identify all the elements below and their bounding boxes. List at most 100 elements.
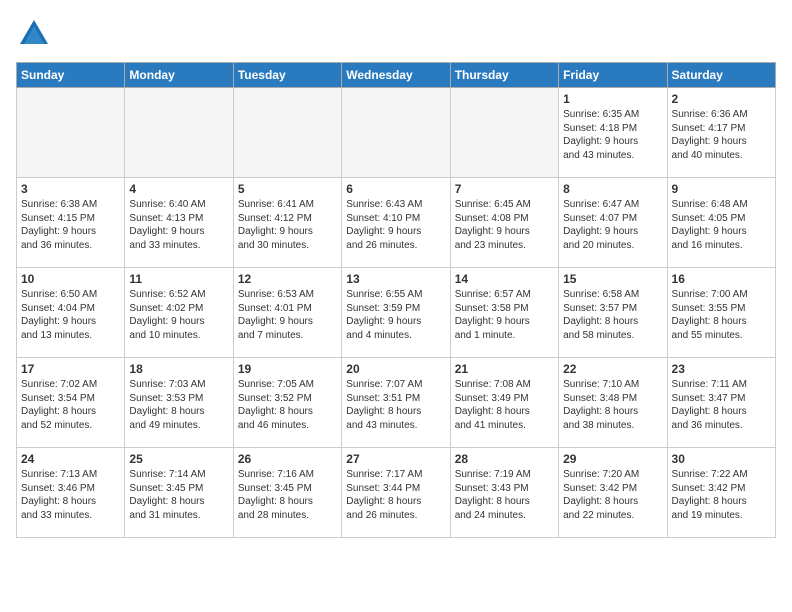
calendar-cell: 30 Sunrise: 7:22 AM Sunset: 3:42 PM Dayli… bbox=[667, 448, 775, 538]
calendar-cell: 4 Sunrise: 6:40 AM Sunset: 4:13 PM Daylig… bbox=[125, 178, 233, 268]
day-info: Sunrise: 7:13 AM Sunset: 3:46 PM Dayligh… bbox=[21, 468, 120, 522]
day-number: 11 bbox=[129, 272, 228, 286]
calendar-cell: 13 Sunrise: 6:55 AM Sunset: 3:59 PM Dayli… bbox=[342, 268, 450, 358]
calendar-cell: 10Sunrise: 6:50 AM Sunset: 4:04 PM Dayli… bbox=[17, 268, 125, 358]
day-info: Sunrise: 6:58 AM Sunset: 3:57 PM Dayligh… bbox=[563, 288, 662, 342]
day-number: 17 bbox=[21, 362, 120, 376]
calendar-cell: 28Sunrise: 7:19 AM Sunset: 3:43 PM Dayli… bbox=[450, 448, 558, 538]
day-info: Sunrise: 7:19 AM Sunset: 3:43 PM Dayligh… bbox=[455, 468, 554, 522]
calendar-cell: 8Sunrise: 6:47 AM Sunset: 4:07 PM Daylig… bbox=[559, 178, 667, 268]
day-number: 13 bbox=[346, 272, 445, 286]
day-info: Sunrise: 6:40 AM Sunset: 4:13 PM Dayligh… bbox=[129, 198, 228, 252]
calendar-cell: 16 Sunrise: 7:00 AM Sunset: 3:55 PM Dayli… bbox=[667, 268, 775, 358]
calendar-week-row: 24Sunrise: 7:13 AM Sunset: 3:46 PM Dayli… bbox=[17, 448, 776, 538]
logo-icon bbox=[16, 16, 52, 52]
calendar-cell: 22 Sunrise: 7:10 AM Sunset: 3:48 PM Dayli… bbox=[559, 358, 667, 448]
calendar-cell: 23Sunrise: 7:11 AM Sunset: 3:47 PM Dayli… bbox=[667, 358, 775, 448]
calendar-cell bbox=[125, 88, 233, 178]
day-number: 9 bbox=[672, 182, 771, 196]
day-number: 5 bbox=[238, 182, 337, 196]
day-number: 15 bbox=[563, 272, 662, 286]
day-number: 3 bbox=[21, 182, 120, 196]
day-info: Sunrise: 7:16 AM Sunset: 3:45 PM Dayligh… bbox=[238, 468, 337, 522]
calendar-cell: 7 Sunrise: 6:45 AM Sunset: 4:08 PM Daylig… bbox=[450, 178, 558, 268]
calendar-cell: 3 Sunrise: 6:38 AM Sunset: 4:15 PM Daylig… bbox=[17, 178, 125, 268]
day-info: Sunrise: 7:05 AM Sunset: 3:52 PM Dayligh… bbox=[238, 378, 337, 432]
day-number: 1 bbox=[563, 92, 662, 106]
day-number: 27 bbox=[346, 452, 445, 466]
calendar-cell: 6 Sunrise: 6:43 AM Sunset: 4:10 PM Daylig… bbox=[342, 178, 450, 268]
calendar-cell bbox=[17, 88, 125, 178]
weekday-header-sunday: Sunday bbox=[17, 63, 125, 88]
calendar-cell: 24Sunrise: 7:13 AM Sunset: 3:46 PM Dayli… bbox=[17, 448, 125, 538]
calendar-header-row: SundayMondayTuesdayWednesdayThursdayFrid… bbox=[17, 63, 776, 88]
day-number: 16 bbox=[672, 272, 771, 286]
day-number: 30 bbox=[672, 452, 771, 466]
day-info: Sunrise: 7:11 AM Sunset: 3:47 PM Dayligh… bbox=[672, 378, 771, 432]
day-number: 6 bbox=[346, 182, 445, 196]
calendar-cell: 2Sunrise: 6:36 AM Sunset: 4:17 PM Daylig… bbox=[667, 88, 775, 178]
day-number: 8 bbox=[563, 182, 662, 196]
day-number: 10 bbox=[21, 272, 120, 286]
day-number: 21 bbox=[455, 362, 554, 376]
day-number: 7 bbox=[455, 182, 554, 196]
day-info: Sunrise: 7:20 AM Sunset: 3:42 PM Dayligh… bbox=[563, 468, 662, 522]
day-number: 25 bbox=[129, 452, 228, 466]
day-info: Sunrise: 6:41 AM Sunset: 4:12 PM Dayligh… bbox=[238, 198, 337, 252]
weekday-header-wednesday: Wednesday bbox=[342, 63, 450, 88]
calendar-cell bbox=[342, 88, 450, 178]
day-info: Sunrise: 7:22 AM Sunset: 3:42 PM Dayligh… bbox=[672, 468, 771, 522]
day-info: Sunrise: 6:53 AM Sunset: 4:01 PM Dayligh… bbox=[238, 288, 337, 342]
calendar-cell: 17 Sunrise: 7:02 AM Sunset: 3:54 PM Dayli… bbox=[17, 358, 125, 448]
calendar-cell: 26 Sunrise: 7:16 AM Sunset: 3:45 PM Dayli… bbox=[233, 448, 341, 538]
day-number: 29 bbox=[563, 452, 662, 466]
calendar-cell: 14 Sunrise: 6:57 AM Sunset: 3:58 PM Dayli… bbox=[450, 268, 558, 358]
calendar-cell: 15 Sunrise: 6:58 AM Sunset: 3:57 PM Dayli… bbox=[559, 268, 667, 358]
calendar-cell: 5 Sunrise: 6:41 AM Sunset: 4:12 PM Daylig… bbox=[233, 178, 341, 268]
calendar-week-row: 3 Sunrise: 6:38 AM Sunset: 4:15 PM Daylig… bbox=[17, 178, 776, 268]
calendar-cell: 25 Sunrise: 7:14 AM Sunset: 3:45 PM Dayli… bbox=[125, 448, 233, 538]
day-info: Sunrise: 6:55 AM Sunset: 3:59 PM Dayligh… bbox=[346, 288, 445, 342]
calendar-table: SundayMondayTuesdayWednesdayThursdayFrid… bbox=[16, 62, 776, 538]
day-info: Sunrise: 7:10 AM Sunset: 3:48 PM Dayligh… bbox=[563, 378, 662, 432]
day-info: Sunrise: 7:03 AM Sunset: 3:53 PM Dayligh… bbox=[129, 378, 228, 432]
calendar-cell: 21 Sunrise: 7:08 AM Sunset: 3:49 PM Dayli… bbox=[450, 358, 558, 448]
day-number: 20 bbox=[346, 362, 445, 376]
day-info: Sunrise: 6:48 AM Sunset: 4:05 PM Dayligh… bbox=[672, 198, 771, 252]
day-number: 26 bbox=[238, 452, 337, 466]
weekday-header-saturday: Saturday bbox=[667, 63, 775, 88]
day-info: Sunrise: 7:08 AM Sunset: 3:49 PM Dayligh… bbox=[455, 378, 554, 432]
day-info: Sunrise: 6:36 AM Sunset: 4:17 PM Dayligh… bbox=[672, 108, 771, 162]
day-number: 14 bbox=[455, 272, 554, 286]
calendar-cell: 1 Sunrise: 6:35 AM Sunset: 4:18 PM Daylig… bbox=[559, 88, 667, 178]
day-info: Sunrise: 7:02 AM Sunset: 3:54 PM Dayligh… bbox=[21, 378, 120, 432]
calendar-cell: 12 Sunrise: 6:53 AM Sunset: 4:01 PM Dayli… bbox=[233, 268, 341, 358]
day-info: Sunrise: 7:14 AM Sunset: 3:45 PM Dayligh… bbox=[129, 468, 228, 522]
weekday-header-tuesday: Tuesday bbox=[233, 63, 341, 88]
day-info: Sunrise: 6:35 AM Sunset: 4:18 PM Dayligh… bbox=[563, 108, 662, 162]
day-info: Sunrise: 7:00 AM Sunset: 3:55 PM Dayligh… bbox=[672, 288, 771, 342]
weekday-header-monday: Monday bbox=[125, 63, 233, 88]
day-info: Sunrise: 6:57 AM Sunset: 3:58 PM Dayligh… bbox=[455, 288, 554, 342]
logo bbox=[16, 16, 58, 52]
calendar-cell: 29 Sunrise: 7:20 AM Sunset: 3:42 PM Dayli… bbox=[559, 448, 667, 538]
day-info: Sunrise: 6:45 AM Sunset: 4:08 PM Dayligh… bbox=[455, 198, 554, 252]
day-info: Sunrise: 7:07 AM Sunset: 3:51 PM Dayligh… bbox=[346, 378, 445, 432]
calendar-cell: 20 Sunrise: 7:07 AM Sunset: 3:51 PM Dayli… bbox=[342, 358, 450, 448]
calendar-cell: 27Sunrise: 7:17 AM Sunset: 3:44 PM Dayli… bbox=[342, 448, 450, 538]
day-number: 19 bbox=[238, 362, 337, 376]
day-number: 4 bbox=[129, 182, 228, 196]
weekday-header-friday: Friday bbox=[559, 63, 667, 88]
day-number: 22 bbox=[563, 362, 662, 376]
day-info: Sunrise: 6:38 AM Sunset: 4:15 PM Dayligh… bbox=[21, 198, 120, 252]
weekday-header-thursday: Thursday bbox=[450, 63, 558, 88]
calendar-week-row: 1 Sunrise: 6:35 AM Sunset: 4:18 PM Daylig… bbox=[17, 88, 776, 178]
calendar-week-row: 17 Sunrise: 7:02 AM Sunset: 3:54 PM Dayli… bbox=[17, 358, 776, 448]
calendar-cell: 19 Sunrise: 7:05 AM Sunset: 3:52 PM Dayli… bbox=[233, 358, 341, 448]
day-number: 12 bbox=[238, 272, 337, 286]
calendar-cell: 9 Sunrise: 6:48 AM Sunset: 4:05 PM Daylig… bbox=[667, 178, 775, 268]
page-header bbox=[16, 16, 776, 52]
day-info: Sunrise: 6:43 AM Sunset: 4:10 PM Dayligh… bbox=[346, 198, 445, 252]
calendar-week-row: 10Sunrise: 6:50 AM Sunset: 4:04 PM Dayli… bbox=[17, 268, 776, 358]
calendar-cell: 18Sunrise: 7:03 AM Sunset: 3:53 PM Dayli… bbox=[125, 358, 233, 448]
